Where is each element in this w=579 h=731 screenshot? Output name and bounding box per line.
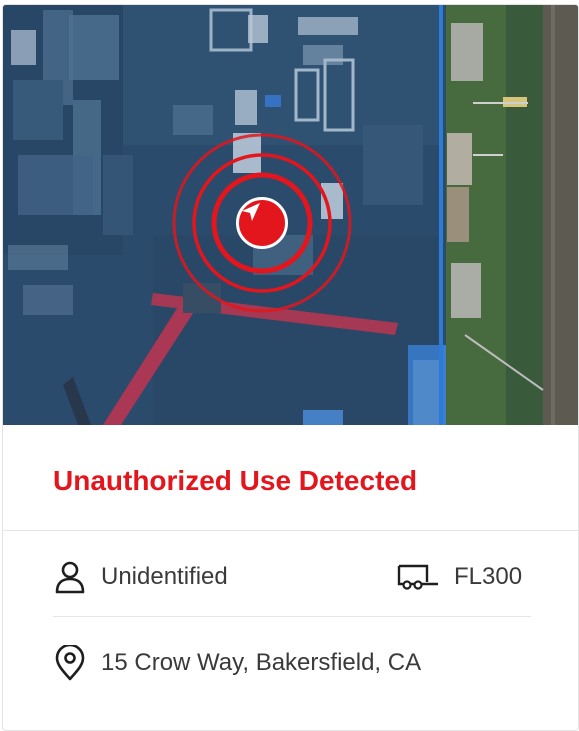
operator-label: Unidentified xyxy=(101,563,228,590)
aerial-map-image xyxy=(3,5,578,425)
location-label: 15 Crow Way, Bakersfield, CA xyxy=(101,649,422,676)
divider xyxy=(53,616,531,617)
truck-icon xyxy=(396,562,440,592)
equipment-info: FL300 xyxy=(396,557,522,597)
location-pin-icon xyxy=(53,645,87,681)
person-icon xyxy=(53,560,87,594)
operator-info: Unidentified xyxy=(53,557,228,597)
divider xyxy=(3,530,578,531)
equipment-label: FL300 xyxy=(454,563,523,590)
navigation-arrow-icon[interactable] xyxy=(236,197,288,249)
aerial-map[interactable] xyxy=(3,5,578,425)
location-info: 15 Crow Way, Bakersfield, CA xyxy=(53,643,421,683)
alert-title: Unauthorized Use Detected xyxy=(53,465,418,496)
alert-card[interactable]: Unauthorized Use Detected Unidentified F… xyxy=(2,4,579,731)
